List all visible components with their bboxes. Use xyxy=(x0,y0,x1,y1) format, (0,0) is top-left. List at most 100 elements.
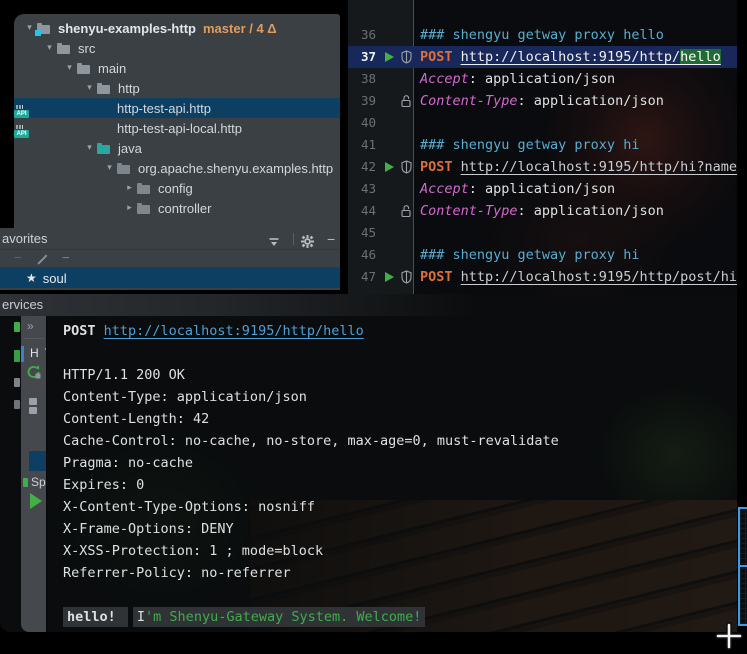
editor-line-41[interactable]: 41 ### shengyu getway proxy hi xyxy=(348,134,737,156)
tree-item-http-test-api[interactable]: API http-test-api.http xyxy=(14,98,340,118)
favorites-item-soul[interactable]: ★ soul xyxy=(0,268,340,288)
tree-item-main[interactable]: ▾ main xyxy=(14,58,340,78)
editor-line-40[interactable]: 40 xyxy=(348,112,737,134)
clipped-run-icon xyxy=(23,478,28,487)
services-tab-label[interactable]: HT xyxy=(30,346,46,360)
services-left-toolbar: » HT Sp xyxy=(21,316,46,632)
chevron-down-icon[interactable]: ▾ xyxy=(42,43,57,53)
request-url[interactable]: http://localhost:9195/http/ xyxy=(461,49,680,65)
source-folder-icon xyxy=(97,142,113,155)
line-number: 46 xyxy=(348,244,376,266)
services-title: ervices xyxy=(2,297,43,312)
selected-service-row[interactable] xyxy=(29,451,46,471)
editor-line-46[interactable]: 46 ### shengyu getway proxy hi xyxy=(348,244,737,266)
project-tree: ▾ shenyu-examples-http master / 4 Δ ▾ sr… xyxy=(14,18,340,218)
request-url[interactable]: http://localhost:9195/http/hi?name xyxy=(461,159,737,175)
folder-icon xyxy=(97,82,113,95)
line-number: 42 xyxy=(348,156,376,178)
editor-line-37-current[interactable]: 37 POST http://localhost:9195/http/hello xyxy=(348,46,737,68)
comment-text: ### shengyu getway proxy hello xyxy=(420,27,664,43)
header-value: : application/json xyxy=(469,181,615,197)
request-url-link[interactable]: http://localhost:9195/http/hello xyxy=(104,323,364,339)
comment-text: ### shengyu getway proxy hi xyxy=(420,137,639,153)
http-method: POST xyxy=(420,269,461,285)
editor-line-36[interactable]: 36 ### shengyu getway proxy hello xyxy=(348,24,737,46)
run-request-icon[interactable] xyxy=(385,52,394,62)
project-folder-icon xyxy=(37,22,53,35)
line-number: 39 xyxy=(348,90,376,112)
response-header: Content-Length: 42 xyxy=(47,408,737,430)
tree-item-package[interactable]: ▾ org.apache.shenyu.examples.http xyxy=(14,158,340,178)
tree-item-project-root[interactable]: ▾ shenyu-examples-http master / 4 Δ xyxy=(14,18,340,38)
rerun-icon[interactable] xyxy=(26,364,42,385)
editor-line-44[interactable]: 44 Content-Type: application/json xyxy=(348,200,737,222)
open-lock-icon xyxy=(401,94,411,108)
tree-item-label: org.apache.shenyu.examples.http xyxy=(138,161,333,176)
run-config-label[interactable]: Sp xyxy=(31,475,46,489)
tree-item-config[interactable]: ▸ config xyxy=(14,178,340,198)
shield-icon xyxy=(401,270,412,284)
http-method: POST xyxy=(420,49,461,65)
tree-item-controller[interactable]: ▸ controller xyxy=(14,198,340,218)
editor-line-38[interactable]: 38 Accept: application/json xyxy=(348,68,737,90)
folder-icon xyxy=(57,42,73,55)
clipped-icon-fragment xyxy=(14,378,20,387)
services-tool-window: ervices » HT Sp POST http://localhost:91… xyxy=(0,294,737,632)
favorites-tool-window: avorites − − − ★ soul xyxy=(0,228,340,290)
editor-line-47[interactable]: 47 POST http://localhost:9195/http/post/… xyxy=(348,266,737,288)
chevron-down-icon[interactable]: ▾ xyxy=(82,83,97,93)
editor-http-request-file[interactable]: 36 ### shengyu getway proxy hello 37 POS… xyxy=(348,0,737,294)
stop-icon[interactable] xyxy=(29,398,37,405)
open-lock-icon xyxy=(401,204,411,218)
editor-line-39[interactable]: 39 Content-Type: application/json xyxy=(348,90,737,112)
run-request-icon[interactable] xyxy=(385,162,394,172)
line-number: 37 xyxy=(348,46,376,68)
response-header: X-Content-Type-Options: nosniff xyxy=(47,496,737,518)
request-url[interactable]: http://localhost:9195/http/post/hi xyxy=(461,269,737,285)
chevron-down-icon[interactable]: ▾ xyxy=(82,143,97,153)
line-number: 40 xyxy=(348,112,376,134)
tree-item-label: java xyxy=(118,141,142,156)
play-icon[interactable] xyxy=(30,493,42,509)
status-line: HTTP/1.1 200 OK xyxy=(47,364,737,386)
header-key: Content-Type xyxy=(420,93,518,109)
shield-icon xyxy=(401,160,412,174)
crosshair-cursor xyxy=(714,621,744,651)
tree-item-label: controller xyxy=(158,201,211,216)
tree-item-java[interactable]: ▾ java xyxy=(14,138,340,158)
chevron-down-icon[interactable]: ▾ xyxy=(102,163,117,173)
tree-item-src[interactable]: ▾ src xyxy=(14,38,340,58)
chevron-down-icon[interactable]: ▾ xyxy=(62,63,77,73)
favorites-title: avorites xyxy=(2,228,48,250)
tree-item-label: main xyxy=(98,61,126,76)
editor-line-43[interactable]: 43 Accept: application/json xyxy=(348,178,737,200)
tree-item-label: http-test-api.http xyxy=(117,101,211,116)
hide-panel-icon[interactable]: − xyxy=(327,228,335,250)
chevron-right-icon[interactable]: ▸ xyxy=(122,203,137,213)
comment-text: ### shengyu getway proxy hi xyxy=(420,247,639,263)
tree-item-label: http-test-api-local.http xyxy=(117,121,242,136)
tree-item-http[interactable]: ▾ http xyxy=(14,78,340,98)
remove-icon[interactable]: − xyxy=(62,250,70,265)
editor-line-42[interactable]: 42 POST http://localhost:9195/http/hi?na… xyxy=(348,156,737,178)
editor-line-45[interactable]: 45 xyxy=(348,222,737,244)
header-divider xyxy=(293,233,294,245)
http-response-console[interactable]: POST http://localhost:9195/http/hello HT… xyxy=(46,316,737,632)
console-blank-line xyxy=(47,584,737,606)
shield-icon xyxy=(401,50,412,64)
clipped-icon-fragment xyxy=(14,350,20,362)
overflow-chevrons-icon[interactable]: » xyxy=(27,319,33,333)
favorites-item-label: soul xyxy=(43,271,67,286)
http-api-file-icon: API xyxy=(14,125,29,138)
run-request-icon[interactable] xyxy=(385,272,394,282)
tree-item-http-test-api-local[interactable]: API http-test-api-local.http xyxy=(14,118,340,138)
toolbar-divider xyxy=(23,338,44,339)
chevron-right-icon[interactable]: ▸ xyxy=(122,183,137,193)
response-body-hello: hello! xyxy=(63,607,128,627)
header-key: Accept xyxy=(420,181,469,197)
stop-icon[interactable] xyxy=(29,407,37,414)
response-header: Referrer-Policy: no-referrer xyxy=(47,562,737,584)
add-icon[interactable]: − xyxy=(14,250,22,265)
favorites-toolbar: − − xyxy=(0,250,340,268)
http-method: POST xyxy=(63,323,104,339)
